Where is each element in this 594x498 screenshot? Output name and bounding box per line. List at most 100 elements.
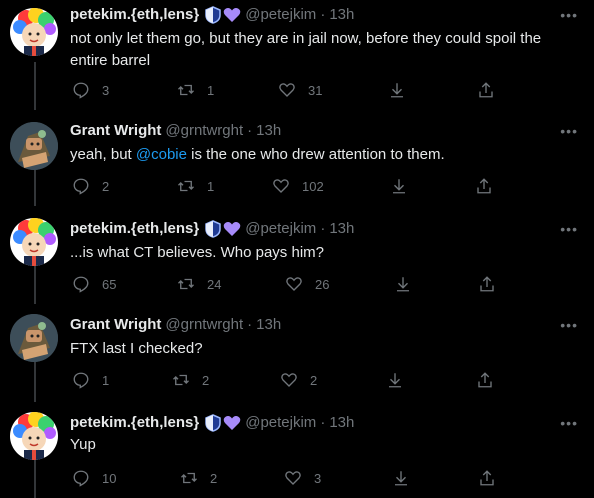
reply-count: 2 [102, 178, 110, 194]
retweet-icon [178, 278, 194, 290]
retweet-button[interactable]: 1 [177, 176, 214, 196]
like-icon [273, 179, 289, 193]
tweet[interactable]: Grant Wright @grntwrght · 13h ••• FTX la… [0, 306, 594, 402]
more-icon[interactable]: ••• [560, 122, 578, 140]
more-icon[interactable]: ••• [560, 220, 578, 238]
reply-button[interactable]: 65 [72, 274, 116, 294]
tweet[interactable]: Grant Wright @grntwrght · 13h ••• yeah, … [0, 110, 594, 208]
user-handle[interactable]: @petejkim [245, 4, 316, 26]
retweet-count: 2 [210, 470, 218, 486]
more-icon[interactable]: ••• [560, 316, 578, 334]
download-icon [393, 179, 405, 194]
timestamp[interactable]: 13h [256, 314, 281, 336]
retweet-count: 1 [207, 178, 215, 194]
tweet-text: Yup [70, 434, 575, 456]
separator: · [247, 316, 253, 333]
download-button[interactable] [390, 176, 408, 196]
download-button[interactable] [392, 468, 410, 488]
more-icon[interactable]: ••• [560, 414, 578, 432]
heart-badge-icon [223, 415, 241, 431]
tweet[interactable]: petekim.{eth,lens} @petejkim · 13h ••• .… [0, 208, 594, 306]
like-count: 102 [302, 178, 324, 194]
reply-button[interactable]: 2 [72, 176, 109, 196]
download-icon [397, 277, 409, 292]
avatar[interactable] [10, 412, 58, 460]
shield-badge-icon [205, 414, 221, 432]
like-icon [279, 83, 295, 97]
heart-badge-icon [223, 7, 241, 23]
timestamp[interactable]: 13h [256, 120, 281, 142]
like-count: 26 [315, 276, 330, 292]
share-button[interactable] [478, 468, 496, 488]
share-button[interactable] [476, 370, 494, 390]
share-icon [480, 276, 494, 292]
like-icon [286, 277, 302, 291]
share-icon [480, 470, 494, 486]
avatar[interactable] [10, 8, 58, 56]
like-count: 31 [308, 82, 323, 98]
avatar[interactable] [10, 218, 58, 266]
reply-count: 10 [102, 470, 117, 486]
retweet-button[interactable]: 2 [172, 370, 209, 390]
heart-badge-icon [223, 221, 241, 237]
like-count: 2 [310, 372, 318, 388]
download-icon [395, 471, 407, 486]
tweet-text: not only let them go, but they are in ja… [70, 28, 575, 72]
like-button[interactable]: 102 [272, 176, 324, 196]
user-handle[interactable]: @petejkim [245, 412, 316, 434]
reply-button[interactable]: 3 [72, 80, 109, 100]
mention-link[interactable]: @cobie [136, 146, 187, 163]
reply-icon [73, 470, 89, 487]
timestamp[interactable]: 13h [329, 4, 354, 26]
reply-count: 1 [102, 372, 110, 388]
user-handle[interactable]: @grntwrght [165, 314, 243, 336]
separator: · [320, 220, 326, 237]
share-button[interactable] [477, 80, 495, 100]
like-button[interactable]: 26 [285, 274, 329, 294]
reply-icon [73, 372, 89, 389]
like-button[interactable]: 2 [280, 370, 317, 390]
tweet-header: petekim.{eth,lens} @petejkim · 13h [70, 218, 354, 240]
download-icon [389, 373, 401, 388]
share-button[interactable] [478, 274, 496, 294]
retweet-button[interactable]: 1 [177, 80, 214, 100]
retweet-icon [178, 180, 194, 192]
tweet-text-content: not only let them go, but they are in ja… [70, 30, 542, 69]
retweet-button[interactable]: 24 [177, 274, 221, 294]
like-count: 3 [314, 470, 322, 486]
share-icon [477, 178, 491, 194]
like-button[interactable]: 3 [284, 468, 321, 488]
reply-button[interactable]: 10 [72, 468, 116, 488]
retweet-icon [178, 84, 194, 96]
avatar[interactable] [10, 122, 58, 170]
timestamp[interactable]: 13h [329, 412, 354, 434]
download-button[interactable] [394, 274, 412, 294]
display-name[interactable]: petekim.{eth,lens} [70, 4, 199, 26]
display-name[interactable]: petekim.{eth,lens} [70, 412, 199, 434]
reply-count: 65 [102, 276, 117, 292]
display-name[interactable]: petekim.{eth,lens} [70, 218, 199, 240]
tweet-text-after: is the one who drew attention to them. [186, 146, 445, 163]
retweet-icon [181, 472, 197, 484]
avatar[interactable] [10, 314, 58, 362]
tweet-header: Grant Wright @grntwrght · 13h [70, 120, 281, 142]
share-button[interactable] [475, 176, 493, 196]
user-handle[interactable]: @grntwrght [165, 120, 243, 142]
tweet[interactable]: petekim.{eth,lens} @petejkim · 13h ••• Y… [0, 402, 594, 498]
user-handle[interactable]: @petejkim [245, 218, 316, 240]
tweet-text: ...is what CT believes. Who pays him? [70, 242, 575, 264]
tweet[interactable]: petekim.{eth,lens} @petejkim · 13h ••• n… [0, 0, 594, 110]
like-button[interactable]: 31 [278, 80, 322, 100]
download-button[interactable] [386, 370, 404, 390]
reply-button[interactable]: 1 [72, 370, 109, 390]
tweet-feed: petekim.{eth,lens} @petejkim · 13h ••• n… [0, 0, 594, 498]
more-icon[interactable]: ••• [560, 6, 578, 24]
display-name[interactable]: Grant Wright [70, 120, 161, 142]
display-name[interactable]: Grant Wright [70, 314, 161, 336]
retweet-button[interactable]: 2 [180, 468, 217, 488]
reply-icon [73, 178, 89, 195]
download-button[interactable] [388, 80, 406, 100]
tweet-text-content: Yup [70, 436, 96, 453]
timestamp[interactable]: 13h [329, 218, 354, 240]
separator: · [320, 6, 326, 23]
